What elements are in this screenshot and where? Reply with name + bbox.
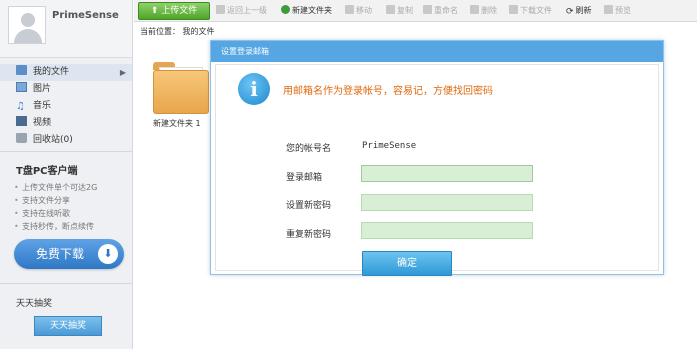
- sidebar-item-label: 视频: [33, 118, 52, 128]
- delete-button[interactable]: 删除: [470, 0, 497, 22]
- pc-client-title: T盘PC客户端: [16, 166, 78, 177]
- list-item: 支持秒传，断点续传: [14, 220, 133, 233]
- image-icon: [16, 82, 27, 92]
- pc-client-feature-list: 上传文件单个可达2G 支持文件分享 支持在线听歌 支持秒传，断点续传: [0, 181, 133, 233]
- email-label: 登录邮箱: [286, 173, 323, 183]
- rename-label: 重命名: [434, 6, 458, 15]
- delete-label: 删除: [481, 6, 497, 15]
- pc-client-panel: T盘PC客户端 上传文件单个可达2G 支持文件分享 支持在线听歌 支持秒传，断点…: [0, 158, 133, 269]
- new-folder-button[interactable]: 新建文件夹: [281, 0, 332, 22]
- copy-icon: [386, 5, 395, 14]
- confirm-button[interactable]: 确定: [362, 251, 452, 276]
- avatar-head: [21, 13, 35, 27]
- refresh-button[interactable]: ⟳ 刷新: [566, 0, 592, 22]
- sidebar-item-label: 图片: [33, 84, 52, 94]
- move-button[interactable]: 移动: [345, 0, 372, 22]
- trash-icon: [16, 133, 27, 143]
- upload-label: 上传文件: [161, 6, 198, 16]
- move-label: 移动: [356, 6, 372, 15]
- up-level-button[interactable]: 返回上一级: [216, 0, 267, 22]
- free-download-label: 免费下载: [36, 247, 85, 261]
- avatar[interactable]: [8, 6, 46, 44]
- list-item: 支持在线听歌: [14, 207, 133, 220]
- move-icon: [345, 5, 354, 14]
- list-item: 支持文件分享: [14, 194, 133, 207]
- avatar-body: [14, 29, 42, 43]
- dialog-title: 设置登录邮箱: [211, 41, 663, 62]
- info-icon: i: [238, 73, 270, 105]
- sidebar-item-video[interactable]: 视频: [0, 115, 132, 132]
- breadcrumb-current[interactable]: 我的文件: [183, 27, 215, 36]
- info-message: 用邮箱名作为登录帐号，容易记，方便找回密码: [283, 86, 493, 97]
- copy-button[interactable]: 复制: [386, 0, 413, 22]
- video-icon: [16, 116, 27, 126]
- divider: [0, 151, 133, 152]
- download-arrow-icon: ⬇: [98, 244, 118, 264]
- free-download-button[interactable]: 免费下载 ⬇: [14, 239, 124, 269]
- username: PrimeSense: [52, 10, 119, 21]
- new-password-field[interactable]: [361, 194, 533, 211]
- music-icon: ♫: [16, 101, 25, 112]
- download-label: 下载文件: [520, 6, 552, 15]
- preview-label: 预览: [615, 6, 631, 15]
- sidebar-item-label: 回收站(0): [33, 135, 73, 145]
- download-button[interactable]: 下载文件: [509, 0, 552, 22]
- sidebar-item-label: 音乐: [33, 101, 52, 111]
- toolbar: ⬆ 上传文件 返回上一级 新建文件夹 移动 复制 重命名 删除 下载文件 ⟳ 刷新 …: [134, 0, 697, 22]
- new-folder-label: 新建文件夹: [292, 6, 332, 15]
- delete-icon: [470, 5, 479, 14]
- upload-button[interactable]: ⬆ 上传文件: [138, 2, 210, 20]
- copy-label: 复制: [397, 6, 413, 15]
- folder-icon[interactable]: [153, 62, 209, 114]
- sidebar-nav: 我的文件 ▶ 图片 ♫ 音乐 视频 回收站(0): [0, 64, 132, 149]
- sidebar-item-recycle-bin[interactable]: 回收站(0): [0, 132, 132, 149]
- refresh-icon: ⟳: [566, 7, 574, 17]
- sidebar-item-images[interactable]: 图片: [0, 81, 132, 98]
- chevron-right-icon: ▶: [119, 68, 126, 77]
- download-icon: [509, 5, 518, 14]
- account-label: 您的帐号名: [286, 144, 332, 154]
- breadcrumb: 当前位置： 我的文件: [140, 26, 215, 37]
- new-password-label: 设置新密码: [286, 201, 332, 211]
- pencil-icon: [423, 5, 432, 14]
- up-level-label: 返回上一级: [227, 6, 267, 15]
- lottery-button[interactable]: 天天抽奖: [34, 316, 102, 336]
- email-field[interactable]: [361, 165, 533, 182]
- preview-button[interactable]: 预览: [604, 0, 631, 22]
- divider: [0, 283, 133, 284]
- list-item: 上传文件单个可达2G: [14, 181, 133, 194]
- sidebar-item-my-files[interactable]: 我的文件 ▶: [0, 64, 132, 81]
- repeat-password-field[interactable]: [361, 222, 533, 239]
- set-login-email-dialog: 设置登录邮箱 i 用邮箱名作为登录帐号，容易记，方便找回密码 您的帐号名 Pri…: [210, 40, 664, 276]
- breadcrumb-prefix: 当前位置：: [140, 27, 180, 36]
- dialog-body: i 用邮箱名作为登录帐号，容易记，方便找回密码 您的帐号名 PrimeSense…: [215, 64, 659, 276]
- lottery-title: 天天抽奖: [16, 299, 53, 309]
- repeat-password-label: 重复新密码: [286, 230, 332, 240]
- rename-button[interactable]: 重命名: [423, 0, 458, 22]
- account-value: PrimeSense: [362, 141, 417, 151]
- folder-front: [153, 70, 209, 114]
- refresh-label: 刷新: [575, 6, 592, 15]
- sidebar-item-music[interactable]: ♫ 音乐: [0, 98, 132, 115]
- plus-circle-icon: [281, 5, 290, 14]
- profile-panel: PrimeSense: [0, 0, 132, 58]
- folder-name[interactable]: 新建文件夹 1: [153, 118, 201, 129]
- sidebar-item-label: 我的文件: [33, 67, 70, 77]
- lottery-panel: 天天抽奖 天天抽奖: [0, 292, 133, 336]
- folder-icon: [16, 65, 27, 75]
- preview-icon: [604, 5, 613, 14]
- upload-arrow-icon: ⬆: [150, 6, 159, 16]
- up-level-icon: [216, 5, 225, 14]
- sidebar: PrimeSense 我的文件 ▶ 图片 ♫ 音乐 视频 回收站(0) T盘PC客…: [0, 0, 133, 349]
